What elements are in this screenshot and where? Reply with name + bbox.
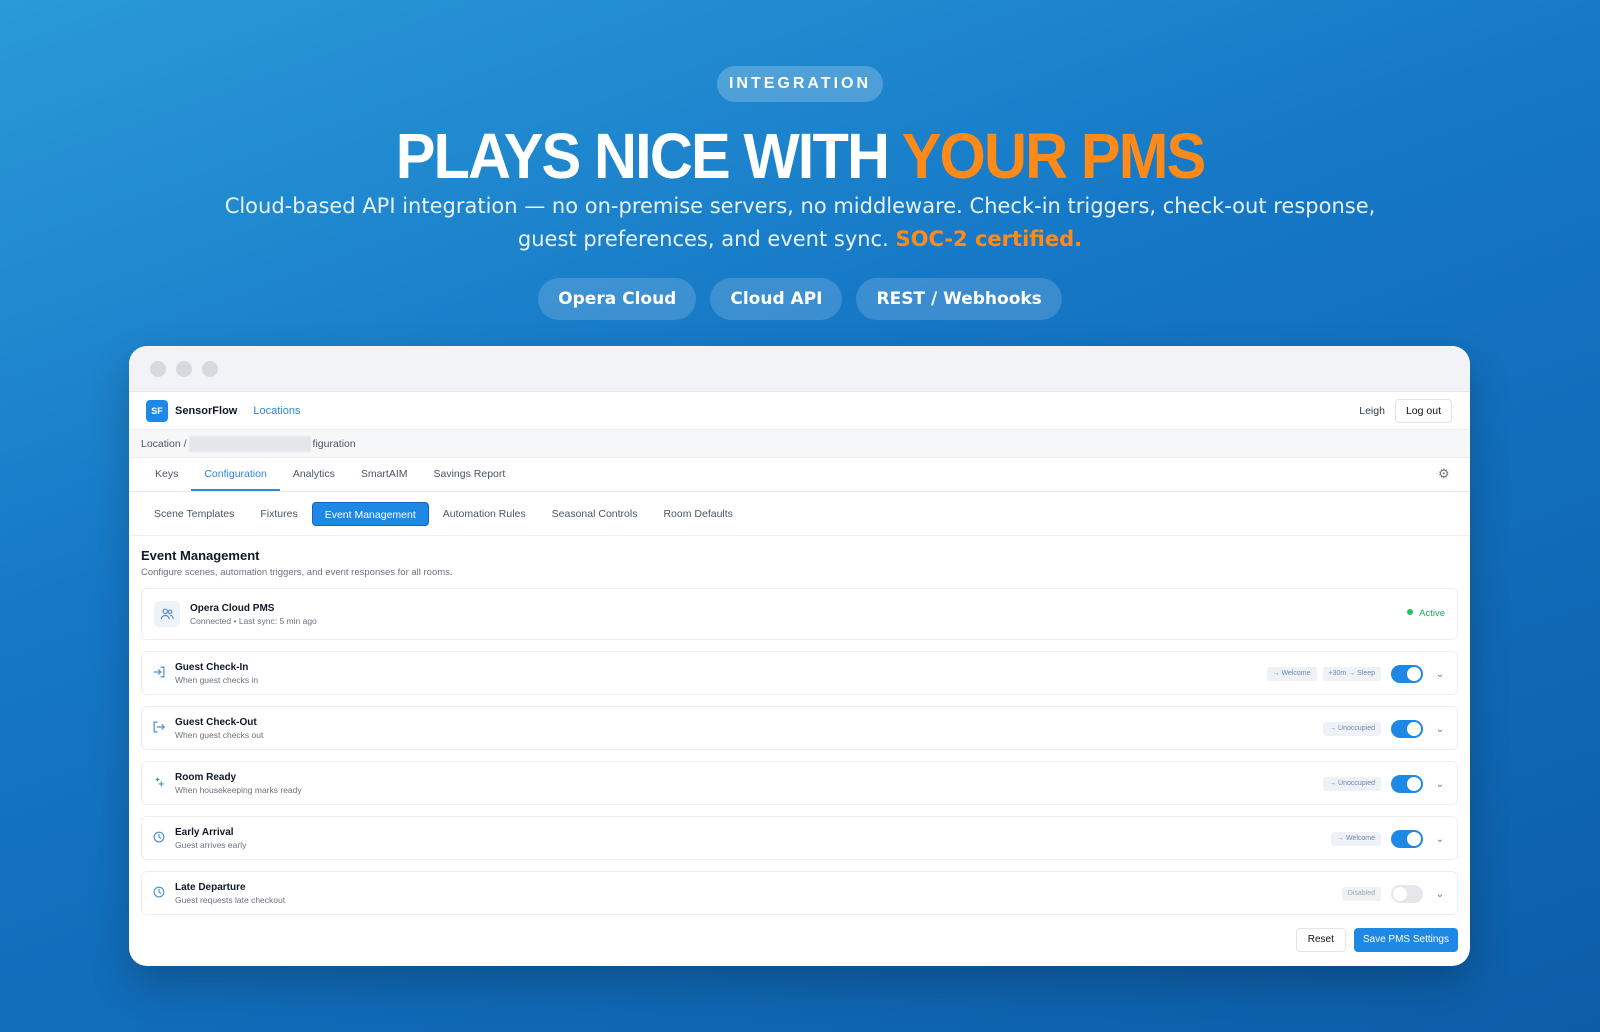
- event-subtitle: When guest checks in: [175, 674, 259, 685]
- event-title: Room Ready: [175, 771, 237, 783]
- clock-icon: [152, 886, 166, 900]
- chip-rest-webhooks: REST / Webhooks: [856, 278, 1062, 320]
- subtitle: Cloud-based API integration — no on-prem…: [220, 190, 1380, 256]
- config-subtabs: Scene Templates Fixtures Event Managemen…: [129, 492, 1470, 536]
- subtab-fixtures[interactable]: Fixtures: [248, 502, 309, 526]
- section-description: Configure scenes, automation triggers, a…: [141, 567, 453, 578]
- section-tag: INTEGRATION: [717, 66, 883, 102]
- form-footer: Reset Save PMS Settings: [1295, 928, 1458, 952]
- breadcrumb-redacted: [188, 435, 311, 452]
- scene-badge: → Welcome: [1266, 667, 1317, 681]
- subtab-event-management[interactable]: Event Management: [311, 501, 429, 526]
- window-maximize-dot[interactable]: [202, 360, 218, 377]
- headline-accent: YOUR PMS: [901, 120, 1206, 192]
- integration-chips: Opera Cloud Cloud API REST / Webhooks: [0, 278, 1600, 320]
- clock-icon: [152, 831, 166, 845]
- event-toggle[interactable]: [1391, 830, 1423, 848]
- chip-cloud-api: Cloud API: [710, 278, 843, 320]
- scene-badge: +30m → Sleep: [1322, 667, 1381, 681]
- reset-button[interactable]: Reset: [1295, 928, 1346, 952]
- event-row-guest-check-in[interactable]: Guest Check-In When guest checks in → We…: [141, 651, 1458, 695]
- subtab-room-defaults[interactable]: Room Defaults: [651, 502, 744, 526]
- scene-badge: → Welcome: [1331, 832, 1381, 846]
- app-window: SF SensorFlow Locations Leigh Log out Lo…: [129, 346, 1470, 966]
- app-logo[interactable]: SF: [146, 399, 168, 422]
- breadcrumb-location[interactable]: Location /: [141, 438, 187, 450]
- section-title: Event Management: [141, 548, 260, 563]
- chevron-down-icon[interactable]: ⌄: [1433, 889, 1447, 900]
- event-subtitle: When guest checks out: [175, 729, 264, 740]
- status-text: Active: [1419, 608, 1445, 619]
- chevron-down-icon[interactable]: ⌄: [1433, 724, 1447, 735]
- event-row-early-arrival[interactable]: Early Arrival Guest arrives early → Welc…: [141, 816, 1458, 860]
- users-icon: [154, 601, 180, 627]
- pms-sync-status: Connected • Last sync: 5 min ago: [190, 615, 317, 626]
- user-name: Leigh: [1359, 404, 1385, 417]
- tab-analytics[interactable]: Analytics: [280, 458, 348, 491]
- save-pms-settings-button[interactable]: Save PMS Settings: [1353, 928, 1458, 952]
- soc2-label: SOC-2 certified.: [895, 227, 1083, 251]
- headline-white: PLAYS NICE WITH: [395, 120, 902, 192]
- tab-configuration[interactable]: Configuration: [191, 458, 280, 491]
- breadcrumb-current: figuration: [312, 437, 356, 450]
- event-title: Late Departure: [175, 881, 246, 893]
- event-title: Guest Check-In: [175, 661, 249, 673]
- brand-name: SensorFlow: [175, 404, 238, 417]
- event-management-panel: Event Management Configure scenes, autom…: [129, 536, 1470, 915]
- main-tabs: Keys Configuration Analytics SmartAIM Sa…: [129, 458, 1470, 492]
- window-minimize-dot[interactable]: [176, 360, 192, 377]
- gear-icon[interactable]: ⚙: [1438, 467, 1452, 481]
- breadcrumb: Location / figuration: [129, 430, 1470, 458]
- status-dot: [1407, 609, 1414, 615]
- disabled-badge: Disabled: [1341, 887, 1381, 901]
- event-subtitle: When housekeeping marks ready: [175, 784, 302, 795]
- pms-connection-card: Opera Cloud PMS Connected • Last sync: 5…: [141, 588, 1458, 640]
- chevron-down-icon[interactable]: ⌄: [1433, 834, 1447, 845]
- scene-badge: → Unoccupied: [1323, 777, 1381, 791]
- tab-smartaim[interactable]: SmartAIM: [348, 458, 421, 491]
- event-subtitle: Guest arrives early: [175, 839, 247, 850]
- sign-out-icon: [152, 721, 166, 735]
- event-subtitle: Guest requests late checkout: [175, 894, 286, 905]
- pms-name: Opera Cloud PMS: [190, 602, 275, 614]
- nav-locations-link[interactable]: Locations: [253, 405, 300, 417]
- event-row-room-ready[interactable]: Room Ready When housekeeping marks ready…: [141, 761, 1458, 805]
- event-toggle[interactable]: [1391, 775, 1423, 793]
- sign-in-icon: [152, 666, 166, 680]
- event-toggle[interactable]: [1391, 665, 1423, 683]
- event-toggle[interactable]: [1391, 885, 1423, 903]
- chevron-down-icon[interactable]: ⌄: [1433, 669, 1447, 680]
- event-row-late-departure[interactable]: Late Departure Guest requests late check…: [141, 871, 1458, 915]
- event-title: Guest Check-Out: [175, 716, 257, 728]
- window-close-dot[interactable]: [150, 360, 166, 377]
- app-header: SF SensorFlow Locations Leigh Log out: [129, 392, 1470, 430]
- sparkle-icon: [152, 776, 166, 790]
- headline: PLAYS NICE WITH YOUR PMS: [56, 116, 1544, 196]
- tab-savings-report[interactable]: Savings Report: [421, 458, 519, 491]
- event-title: Early Arrival: [175, 826, 234, 838]
- event-row-guest-check-out[interactable]: Guest Check-Out When guest checks out → …: [141, 706, 1458, 750]
- scene-badge: → Unoccupied: [1323, 722, 1381, 736]
- window-titlebar: [129, 346, 1470, 392]
- chip-opera-cloud: Opera Cloud: [538, 278, 697, 320]
- status-badge: Active: [1407, 608, 1445, 619]
- subtitle-text: Cloud-based API integration — no on-prem…: [224, 194, 1376, 251]
- chevron-down-icon[interactable]: ⌄: [1433, 779, 1447, 790]
- tab-keys[interactable]: Keys: [142, 458, 191, 491]
- subtab-scene-templates[interactable]: Scene Templates: [142, 502, 246, 526]
- event-toggle[interactable]: [1391, 720, 1423, 738]
- subtab-seasonal-controls[interactable]: Seasonal Controls: [540, 502, 650, 526]
- subtab-automation-rules[interactable]: Automation Rules: [431, 502, 538, 526]
- logout-button[interactable]: Log out: [1394, 398, 1452, 423]
